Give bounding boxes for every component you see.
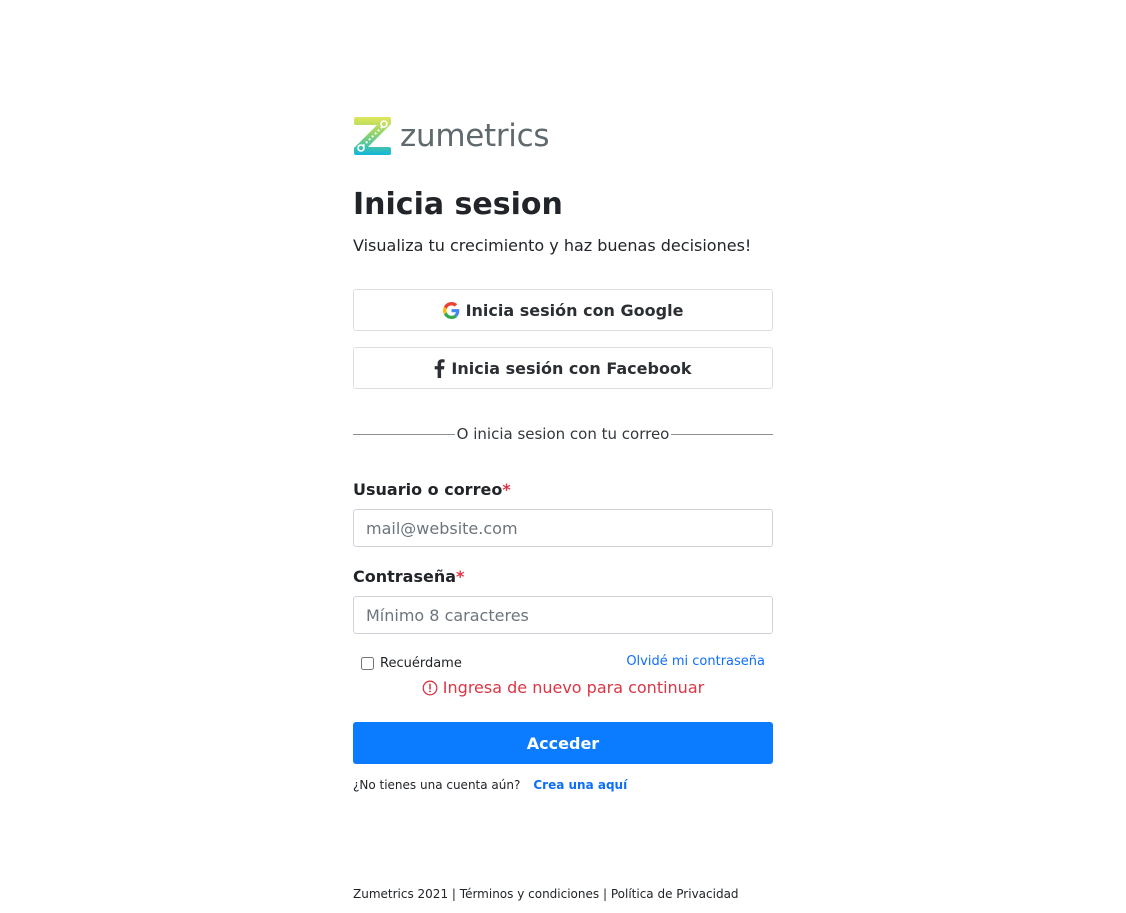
forgot-password-link[interactable]: Olvidé mi contraseña <box>626 654 765 669</box>
zumetrics-logo-icon <box>354 117 391 155</box>
login-submit-button[interactable]: Acceder <box>353 722 773 765</box>
page-subtitle: Visualiza tu crecimiento y haz buenas de… <box>353 236 752 255</box>
divider-text: O inicia sesion con tu correo <box>456 425 670 444</box>
signup-prompt-text: ¿No tienes una cuenta aún? <box>353 778 521 793</box>
page-title: Inicia sesion <box>353 187 563 222</box>
footer: Zumetrics 2021 | Términos y condiciones … <box>353 887 739 901</box>
footer-separator: | <box>602 887 608 901</box>
login-container: zumetrics Inicia sesion Visualiza tu cre… <box>353 114 774 792</box>
signup-prompt: ¿No tienes una cuenta aún? Crea una aquí <box>353 778 773 792</box>
password-field[interactable] <box>353 596 773 635</box>
google-login-button[interactable]: Inicia sesión con Google <box>353 289 773 332</box>
facebook-login-button[interactable]: Inicia sesión con Facebook <box>353 347 773 390</box>
login-page: zumetrics Inicia sesion Visualiza tu cre… <box>0 0 1126 913</box>
google-login-label: Inicia sesión con Google <box>465 300 684 320</box>
brand-logo: zumetrics <box>353 114 773 158</box>
remember-me-checkbox[interactable] <box>361 657 374 671</box>
email-field[interactable] <box>353 509 773 548</box>
user-field-label: Usuario o correo* <box>353 480 773 499</box>
login-options: Recuérdame Olvidé mi contraseña <box>353 654 773 672</box>
alert-circle-icon <box>422 680 438 696</box>
signup-link[interactable]: Crea una aquí <box>533 778 627 792</box>
divider-line-right <box>671 433 774 435</box>
privacy-link[interactable]: Política de Privacidad <box>611 887 739 901</box>
email-divider: O inicia sesion con tu correo <box>353 425 774 444</box>
google-icon <box>442 301 460 319</box>
required-mark: * <box>456 567 465 587</box>
remember-me-label: Recuérdame <box>380 656 462 672</box>
password-label-text: Contraseña <box>353 567 457 587</box>
facebook-icon <box>434 358 446 378</box>
facebook-login-label: Inicia sesión con Facebook <box>451 358 692 378</box>
divider-line-left <box>353 433 455 435</box>
password-field-label: Contraseña* <box>353 567 773 586</box>
brand-name: zumetrics <box>400 117 550 154</box>
required-mark: * <box>502 480 511 500</box>
remember-me[interactable]: Recuérdame <box>361 656 462 671</box>
user-label-text: Usuario o correo <box>353 480 503 500</box>
error-message-text: Ingresa de nuevo para continuar <box>442 678 705 698</box>
footer-copyright: Zumetrics 2021 <box>353 887 449 901</box>
terms-link[interactable]: Términos y condiciones <box>460 887 599 901</box>
footer-separator: | <box>451 887 456 901</box>
error-message: Ingresa de nuevo para continuar <box>353 678 773 697</box>
